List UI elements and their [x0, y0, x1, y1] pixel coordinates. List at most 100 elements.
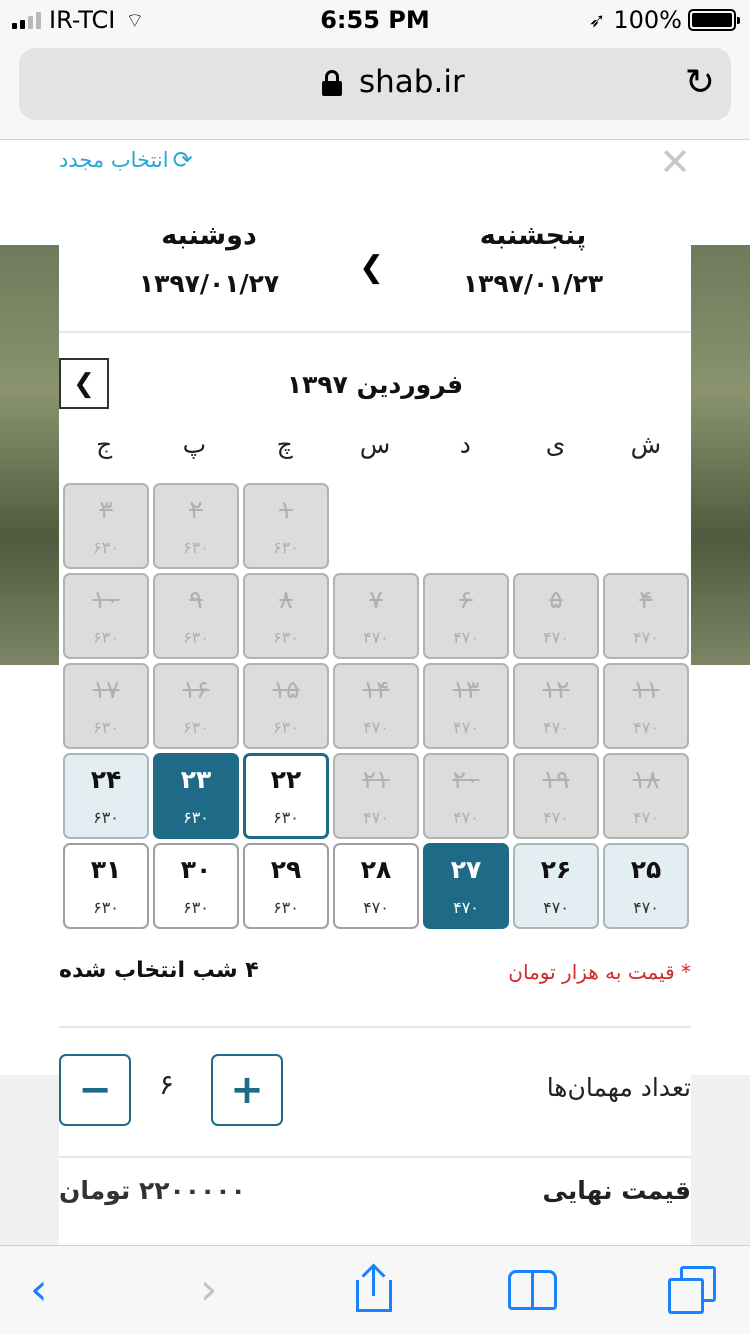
- calendar-day-past: ۸ ۶۳۰: [243, 573, 329, 659]
- day-number: ۵: [549, 585, 563, 614]
- address-bar[interactable]: shab.ir ↻: [19, 48, 731, 120]
- day-number: ۶: [459, 585, 473, 614]
- day-number: ۳: [99, 495, 113, 524]
- url-text[interactable]: shab.ir: [359, 64, 465, 100]
- calendar-day-past: ۱۰ ۶۳۰: [63, 573, 149, 659]
- close-icon[interactable]: ✕: [659, 140, 691, 184]
- calendar-day-free[interactable]: ۳۰ ۶۳۰: [153, 843, 239, 929]
- calendar-day-past: ۴ ۴۷۰: [603, 573, 689, 659]
- day-number: ۲۳: [180, 765, 212, 794]
- day-price: ۴۷۰: [543, 628, 569, 647]
- divider: [59, 1026, 691, 1028]
- reselect-link[interactable]: ⟳ انتخاب مجدد: [59, 146, 193, 174]
- minus-icon: −: [78, 1067, 112, 1113]
- calendar-day-range[interactable]: ۲۴ ۶۳۰: [63, 753, 149, 839]
- day-number: ۸: [279, 585, 293, 614]
- day-price: ۴۷۰: [543, 808, 569, 827]
- day-number: ۳۱: [90, 855, 122, 884]
- calendar-day-selected[interactable]: ۲۳ ۶۳۰: [153, 753, 239, 839]
- day-price: ۶۳۰: [183, 718, 209, 737]
- calendar-day-past: ۱۲ ۴۷۰: [513, 663, 599, 749]
- calendar-day-range[interactable]: ۲۶ ۴۷۰: [513, 843, 599, 929]
- date-range: پنجشنبه ۱۳۹۷/۰۱/۲۳ ❮ دوشنبه ۱۳۹۷/۰۱/۲۷: [59, 220, 691, 330]
- weekday-label: س: [359, 430, 391, 459]
- day-number: ۱۹: [542, 765, 570, 794]
- battery-percent: 100%: [613, 6, 682, 34]
- day-price: ۴۷۰: [543, 718, 569, 737]
- day-price: ۴۷۰: [363, 808, 389, 827]
- chevron-left-icon: ❮: [359, 250, 385, 285]
- reselect-label: انتخاب مجدد: [59, 148, 169, 172]
- divider: [59, 331, 691, 333]
- day-number: ۱۷: [92, 675, 120, 704]
- calendar-day-today[interactable]: ۲۲ ۶۳۰: [243, 753, 329, 839]
- day-number: ۲۱: [362, 765, 390, 794]
- nights-selected: ۴ شب انتخاب شده: [59, 958, 259, 983]
- day-price: ۶۳۰: [183, 628, 209, 647]
- calendar-day-past: ۷ ۴۷۰: [333, 573, 419, 659]
- forward-icon[interactable]: ›: [200, 1266, 218, 1314]
- back-icon[interactable]: ‹: [30, 1266, 48, 1314]
- calendar-day-past: ۲۱ ۴۷۰: [333, 753, 419, 839]
- day-price: ۶۳۰: [273, 808, 299, 827]
- background-lower-right: [691, 1075, 750, 1245]
- day-number: ۳۰: [180, 855, 212, 884]
- decrease-guests-button[interactable]: −: [59, 1054, 131, 1126]
- plus-icon: +: [230, 1067, 264, 1113]
- calendar-day-past: ۱۶ ۶۳۰: [153, 663, 239, 749]
- weekday-label: ی: [545, 430, 566, 459]
- calendar-day-range[interactable]: ۲۵ ۴۷۰: [603, 843, 689, 929]
- day-number: ۱۰: [92, 585, 120, 614]
- day-number: ۱۳: [452, 675, 480, 704]
- day-number: ۱۲: [542, 675, 570, 704]
- day-number: ۴: [639, 585, 653, 614]
- day-number: ۱: [279, 495, 293, 524]
- background-photo-left: [0, 245, 59, 665]
- day-price: ۴۷۰: [363, 898, 389, 917]
- calendar-day-past: ۲ ۶۳۰: [153, 483, 239, 569]
- day-price: ۶۳۰: [273, 628, 299, 647]
- final-price-value: ۲۲۰۰۰۰۰ تومان: [59, 1176, 246, 1205]
- reload-icon[interactable]: ↻: [685, 62, 715, 103]
- lock-icon: [322, 70, 342, 96]
- day-price: ۶۳۰: [93, 538, 119, 557]
- day-number: ۹: [189, 585, 203, 614]
- tabs-icon[interactable]: [666, 1266, 718, 1316]
- day-number: ۲۶: [540, 855, 572, 884]
- bookmarks-icon[interactable]: [508, 1270, 560, 1310]
- share-icon[interactable]: [356, 1263, 392, 1312]
- calendar-day-selected[interactable]: ۲۷ ۴۷۰: [423, 843, 509, 929]
- background-lower-left: [0, 1075, 59, 1245]
- day-price: ۶۳۰: [273, 718, 299, 737]
- month-title: فروردین ۱۳۹۷: [286, 370, 464, 399]
- day-price: ۶۳۰: [93, 808, 119, 827]
- battery-icon: [688, 9, 740, 31]
- calendar-day-past: ۱۹ ۴۷۰: [513, 753, 599, 839]
- browser-address-area: shab.ir ↻: [0, 40, 750, 140]
- day-number: ۲۴: [90, 765, 122, 794]
- calendar-day-free[interactable]: ۲۸ ۴۷۰: [333, 843, 419, 929]
- calendar-day-free[interactable]: ۲۹ ۶۳۰: [243, 843, 329, 929]
- weekday-label: د: [459, 430, 471, 459]
- calendar-day-past: ۱۴ ۴۷۰: [333, 663, 419, 749]
- day-number: ۱۴: [362, 675, 390, 704]
- checkout-day: دوشنبه: [161, 220, 257, 251]
- checkout-date: دوشنبه ۱۳۹۷/۰۱/۲۷: [99, 220, 319, 298]
- calendar-day-past: ۵ ۴۷۰: [513, 573, 599, 659]
- day-price: ۶۳۰: [183, 898, 209, 917]
- calendar-day-past: ۳ ۶۳۰: [63, 483, 149, 569]
- checkin-day: پنجشنبه: [479, 220, 587, 251]
- day-price: ۶۳۰: [93, 898, 119, 917]
- increase-guests-button[interactable]: +: [211, 1054, 283, 1126]
- day-price: ۴۷۰: [363, 718, 389, 737]
- checkin-date-value: ۱۳۹۷/۰۱/۲۳: [462, 269, 604, 298]
- day-number: ۱۵: [272, 675, 300, 704]
- day-price: ۴۷۰: [633, 628, 659, 647]
- day-price: ۶۳۰: [183, 808, 209, 827]
- weekday-label: چ: [276, 430, 293, 459]
- price-note: * قیمت به هزار تومان: [508, 960, 691, 984]
- calendar-day-free[interactable]: ۳۱ ۶۳۰: [63, 843, 149, 929]
- day-price: ۴۷۰: [633, 718, 659, 737]
- calendar-day-past: ۹ ۶۳۰: [153, 573, 239, 659]
- day-price: ۴۷۰: [543, 898, 569, 917]
